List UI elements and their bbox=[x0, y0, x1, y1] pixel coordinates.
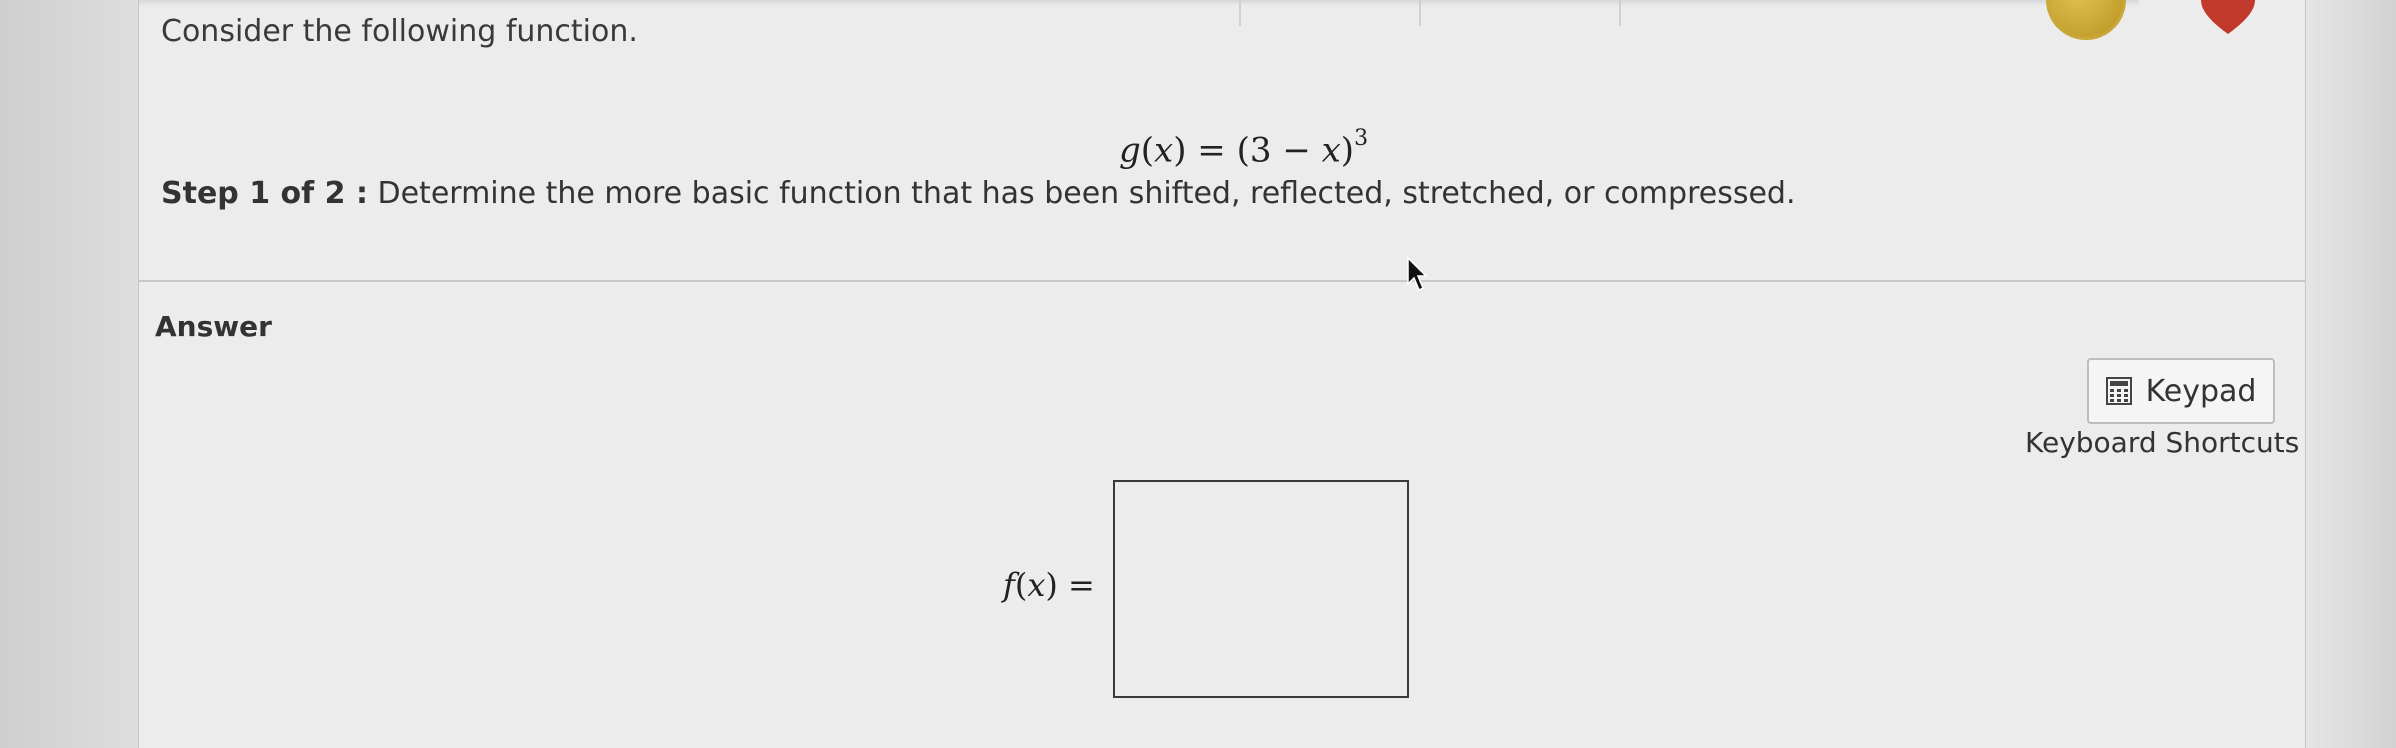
function-equation: g(x) = (3 − x)3 bbox=[1119, 126, 1368, 171]
mouse-pointer-icon bbox=[1407, 256, 1428, 292]
heart-icon[interactable] bbox=[2196, 0, 2260, 36]
fx-equals: = bbox=[1068, 566, 1095, 604]
tab-divider bbox=[1239, 0, 1241, 26]
tab-divider bbox=[1419, 0, 1421, 26]
step-instruction: Step 1 of 2 : Determine the more basic f… bbox=[161, 176, 1796, 211]
equation-close-paren: ) bbox=[1173, 130, 1187, 171]
fx-variable: x bbox=[1027, 566, 1046, 604]
keypad-label: Keypad bbox=[2145, 373, 2257, 409]
keyboard-shortcuts-link[interactable]: Keyboard Shortcuts bbox=[2025, 426, 2299, 459]
top-tab-strip bbox=[139, 0, 2139, 6]
equation-open-paren: ( bbox=[1140, 130, 1155, 171]
step-text: Determine the more basic function that h… bbox=[377, 176, 1796, 211]
equation-equals: = bbox=[1197, 130, 1226, 171]
right-margin bbox=[2300, 0, 2396, 748]
equation-function-name: g bbox=[1119, 130, 1141, 171]
fx-close-paren: ) bbox=[1045, 566, 1058, 604]
calculator-icon bbox=[2105, 377, 2132, 405]
equation-base-variable: x bbox=[1321, 130, 1341, 171]
answer-function-label: f(x) = bbox=[1003, 566, 1095, 604]
equation-base-close: ) bbox=[1340, 130, 1355, 171]
left-margin bbox=[0, 0, 140, 748]
fx-open-paren: ( bbox=[1014, 566, 1028, 604]
equation-exponent: 3 bbox=[1354, 126, 1369, 151]
equation-variable: x bbox=[1154, 130, 1174, 171]
section-divider bbox=[139, 280, 2305, 282]
equation-base-open: (3 − bbox=[1236, 130, 1322, 171]
keypad-button[interactable]: Keypad bbox=[2087, 358, 2275, 424]
answer-heading: Answer bbox=[155, 310, 272, 343]
step-label: Step 1 of 2 : bbox=[161, 176, 368, 211]
answer-input[interactable] bbox=[1113, 480, 1409, 698]
tab-divider bbox=[1619, 0, 1621, 26]
question-panel: Consider the following function. g(x) = … bbox=[138, 0, 2306, 748]
question-prompt: Consider the following function. bbox=[161, 14, 638, 49]
fx-function-name: f bbox=[1003, 566, 1015, 604]
